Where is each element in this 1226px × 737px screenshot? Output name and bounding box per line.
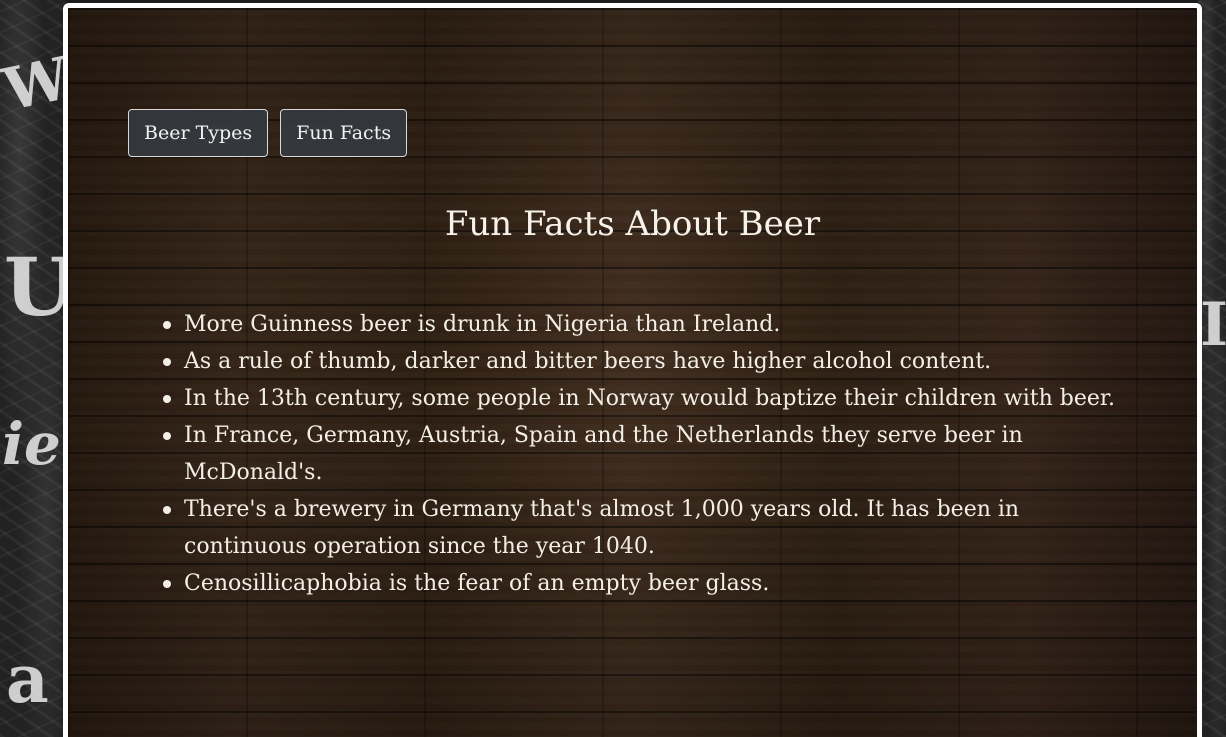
chalkboard-background-left: W U ie a — [0, 0, 75, 737]
chalk-decoration: I — [1200, 290, 1226, 360]
chalkboard-background-right: I — [1198, 0, 1226, 737]
list-item: More Guinness beer is drunk in Nigeria t… — [163, 306, 1134, 343]
page-title: Fun Facts About Beer — [444, 204, 821, 244]
chalk-decoration: a — [6, 640, 49, 718]
fun-facts-button[interactable]: Fun Facts — [280, 109, 408, 157]
beer-types-button[interactable]: Beer Types — [128, 109, 269, 157]
nav-bar: Beer Types Fun Facts — [128, 109, 408, 157]
list-item: There's a brewery in Germany that's almo… — [163, 491, 1134, 565]
facts-list: More Guinness beer is drunk in Nigeria t… — [163, 306, 1134, 602]
list-item: As a rule of thumb, darker and bitter be… — [163, 343, 1134, 380]
chalk-decoration: ie — [2, 410, 61, 478]
list-item: Cenosillicaphobia is the fear of an empt… — [163, 565, 1134, 602]
list-item: In the 13th century, some people in Norw… — [163, 380, 1134, 417]
main-panel: Beer Types Fun Facts Fun Facts About Bee… — [63, 3, 1202, 737]
list-item: In France, Germany, Austria, Spain and t… — [163, 417, 1134, 491]
